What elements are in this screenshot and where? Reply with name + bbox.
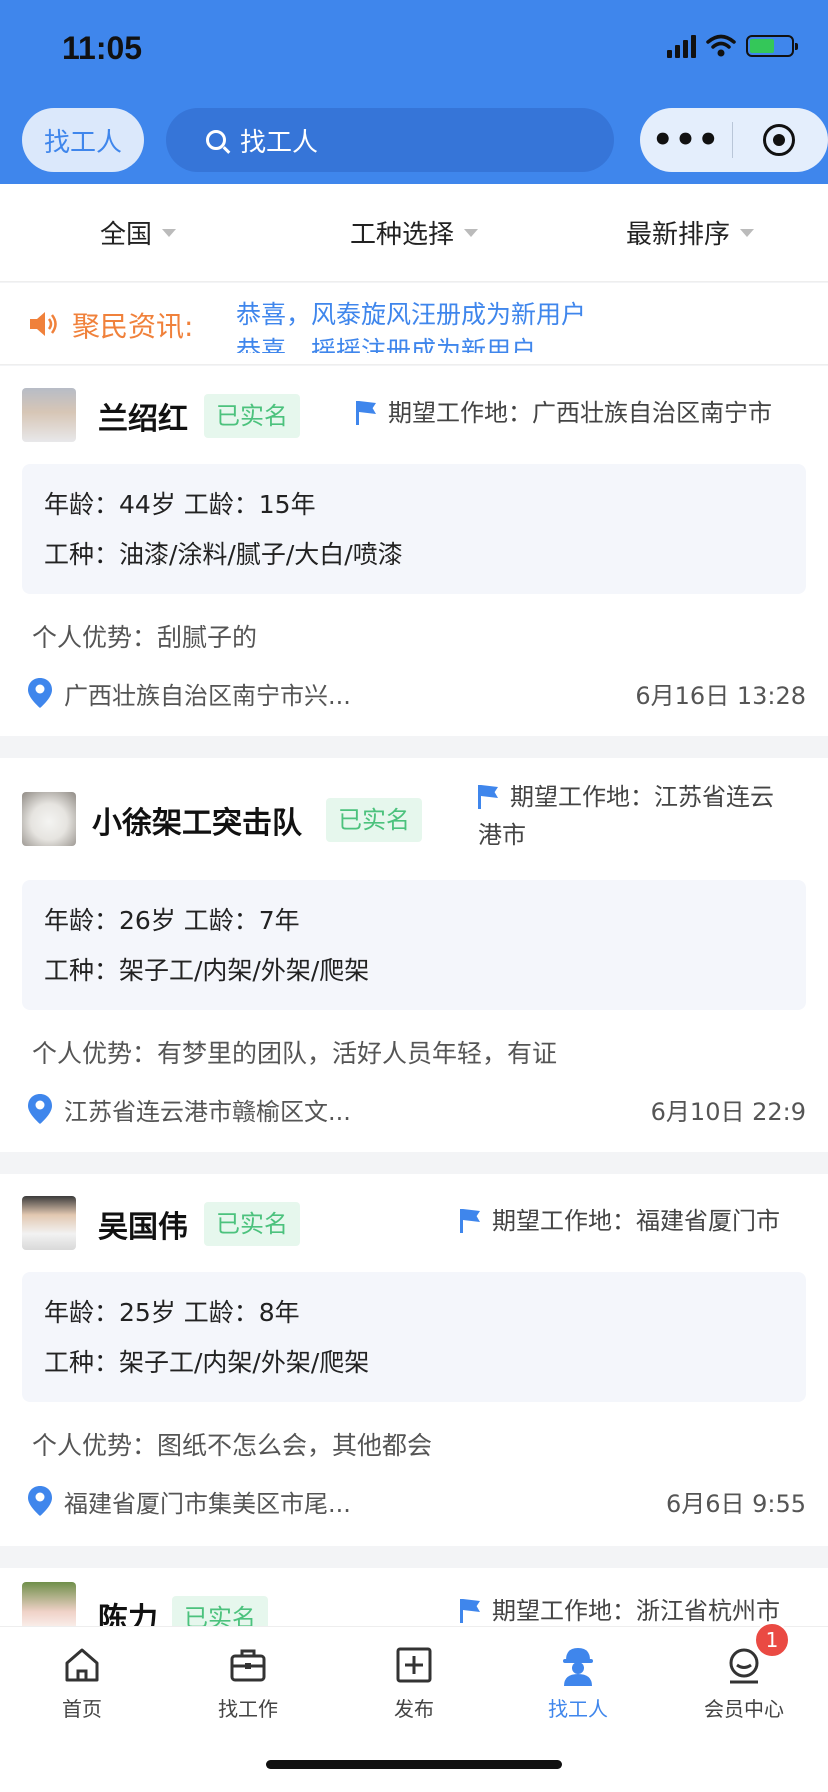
worker-name: 吴国伟 — [98, 1210, 188, 1245]
location-text: 江苏省连云港市赣榆区文... — [64, 1098, 351, 1126]
top-header: 11:05 找工人 找工人 ••• — [0, 0, 828, 184]
tab-find-job-label: 找工作 — [218, 1697, 278, 1721]
worker-info-box: 年龄：44岁 工龄：15年 工种：油漆/涂料/腻子/大白/喷漆 — [22, 464, 806, 594]
expected-location-text: 期望工作地：江苏省连云 — [510, 783, 774, 811]
personal-advantage: 个人优势：刮腻子的 — [32, 623, 258, 652]
verified-badge: 已实名 — [172, 1596, 268, 1628]
home-indicator — [266, 1760, 562, 1769]
tab-publish-label: 发布 — [394, 1697, 434, 1721]
age-experience: 年龄：25岁 工龄：8年 — [44, 1298, 300, 1327]
search-icon — [206, 130, 226, 150]
tab-home-label: 首页 — [62, 1697, 102, 1721]
location-row: 江苏省连云港市赣榆区文... 6月10日 22:9 — [22, 1092, 806, 1132]
wifi-icon — [706, 34, 736, 57]
avatar — [22, 388, 76, 442]
location-text: 福建省厦门市集美区市尾... — [64, 1490, 351, 1518]
expected-location: 期望工作地：广西壮族自治区南宁市 — [356, 394, 772, 432]
expected-location: 期望工作地：江苏省连云 港市 — [478, 778, 808, 854]
flag-icon — [460, 1599, 480, 1623]
search-text: 找工人 — [240, 127, 319, 158]
plus-square-icon — [354, 1641, 474, 1689]
expected-location-text-cont: 港市 — [478, 821, 526, 849]
worker-name: 小徐架工突击队 — [92, 806, 302, 841]
age-experience: 年龄：26岁 工龄：7年 — [44, 906, 300, 935]
flag-icon — [478, 785, 498, 809]
caret-down-icon — [740, 228, 754, 237]
post-date: 6月10日 22:9 — [650, 1098, 806, 1126]
flag-icon — [356, 401, 376, 425]
caret-down-icon — [162, 228, 176, 237]
tab-find-worker[interactable]: 找工人 — [518, 1641, 638, 1722]
filter-trade-label: 工种选择 — [349, 220, 454, 250]
verified-badge: 已实名 — [326, 798, 422, 842]
news-ticker[interactable]: 聚民资讯: 恭喜，风泰旋风汪册成为新用户 恭喜，摇摇注册成为新用户 — [0, 283, 828, 365]
avatar — [22, 1582, 76, 1628]
speaker-icon — [30, 312, 57, 336]
worker-card[interactable]: 吴国伟 已实名 期望工作地：福建省厦门市 年龄：25岁 工龄：8年 工种：架子工… — [0, 1174, 828, 1546]
verified-badge: 已实名 — [204, 1202, 300, 1246]
personal-advantage: 个人优势：有梦里的团队，活好人员年轻，有证 — [32, 1039, 558, 1068]
notice-ticker-text: 恭喜，风泰旋风汪册成为新用户 恭喜，摇摇注册成为新用户 — [236, 297, 666, 353]
trade-types: 工种：架子工/内架/外架/爬架 — [44, 1348, 370, 1377]
status-icons — [667, 34, 798, 58]
tab-member-center-label: 会员中心 — [704, 1697, 784, 1721]
close-miniprogram-button[interactable] — [733, 124, 825, 156]
notice-label: 聚民资讯: — [72, 310, 194, 343]
filter-sort-label: 最新排序 — [625, 220, 730, 250]
worker-info-box: 年龄：26岁 工龄：7年 工种：架子工/内架/外架/爬架 — [22, 880, 806, 1010]
filter-trade[interactable]: 工种选择 — [276, 184, 552, 281]
tab-find-job[interactable]: 找工作 — [188, 1641, 308, 1722]
worker-card[interactable]: 陈力 已实名 期望工作地：浙江省杭州市 — [0, 1568, 828, 1628]
filter-sort[interactable]: 最新排序 — [552, 184, 828, 281]
expected-location-text: 期望工作地：福建省厦门市 — [492, 1207, 780, 1235]
location-pin-icon — [28, 678, 52, 708]
search-bar[interactable]: 找工人 — [166, 108, 614, 172]
cellular-signal-icon — [667, 34, 696, 58]
miniprogram-capsule: ••• — [640, 108, 828, 172]
location-pin-icon — [28, 1486, 52, 1516]
age-experience: 年龄：44岁 工龄：15年 — [44, 490, 316, 519]
tab-publish[interactable]: 发布 — [354, 1641, 474, 1722]
tab-find-worker-label: 找工人 — [548, 1697, 608, 1721]
expected-location: 期望工作地：浙江省杭州市 — [460, 1592, 780, 1628]
nav-find-workers-pill[interactable]: 找工人 — [22, 108, 144, 172]
worker-name: 兰绍红 — [98, 402, 188, 437]
tab-home[interactable]: 首页 — [22, 1641, 142, 1722]
trade-types: 工种：架子工/内架/外架/爬架 — [44, 956, 370, 985]
more-icon[interactable]: ••• — [640, 108, 732, 172]
worker-card[interactable]: 兰绍红 已实名 期望工作地：广西壮族自治区南宁市 年龄：44岁 工龄：15年 工… — [0, 366, 828, 736]
filter-region[interactable]: 全国 — [0, 184, 276, 281]
post-date: 6月16日 13:28 — [635, 682, 806, 710]
post-date: 6月6日 9:55 — [665, 1490, 806, 1518]
worker-info-box: 年龄：25岁 工龄：8年 工种：架子工/内架/外架/爬架 — [22, 1272, 806, 1402]
verified-badge: 已实名 — [204, 394, 300, 438]
battery-icon — [746, 35, 798, 57]
target-icon — [763, 124, 795, 156]
location-pin-icon — [28, 1094, 52, 1124]
trade-types: 工种：油漆/涂料/腻子/大白/喷漆 — [44, 540, 403, 569]
briefcase-icon — [188, 1641, 308, 1689]
worker-card[interactable]: 小徐架工突击队 已实名 期望工作地：江苏省连云 港市 年龄：26岁 工龄：7年 … — [0, 758, 828, 1152]
avatar — [22, 1196, 76, 1250]
avatar — [22, 792, 76, 846]
location-text: 广西壮族自治区南宁市兴... — [64, 682, 351, 710]
worker-icon — [518, 1641, 638, 1689]
ticker-line: 恭喜，风泰旋风汪册成为新用户 — [236, 300, 587, 329]
caret-down-icon — [464, 228, 478, 237]
tab-member-center[interactable]: 会员中心 — [684, 1641, 804, 1722]
filter-region-label: 全国 — [99, 220, 152, 250]
location-row: 广西壮族自治区南宁市兴... 6月16日 13:28 — [22, 676, 806, 716]
location-row: 福建省厦门市集美区市尾... 6月6日 9:55 — [22, 1484, 806, 1524]
home-icon — [22, 1641, 142, 1689]
ticker-line: 恭喜，摇摇注册成为新用户 — [236, 336, 537, 353]
flag-icon — [460, 1209, 480, 1233]
filter-bar: 全国 工种选择 最新排序 — [0, 184, 828, 282]
expected-location: 期望工作地：福建省厦门市 — [460, 1202, 780, 1240]
expected-location-text: 期望工作地：浙江省杭州市 — [492, 1597, 780, 1625]
notification-badge: 1 — [754, 1622, 790, 1658]
worker-name: 陈力 — [98, 1602, 158, 1628]
expected-location-text: 期望工作地：广西壮族自治区南宁市 — [388, 399, 772, 427]
status-time: 11:05 — [62, 30, 143, 66]
personal-advantage: 个人优势：图纸不怎么会，其他都会 — [32, 1431, 433, 1460]
